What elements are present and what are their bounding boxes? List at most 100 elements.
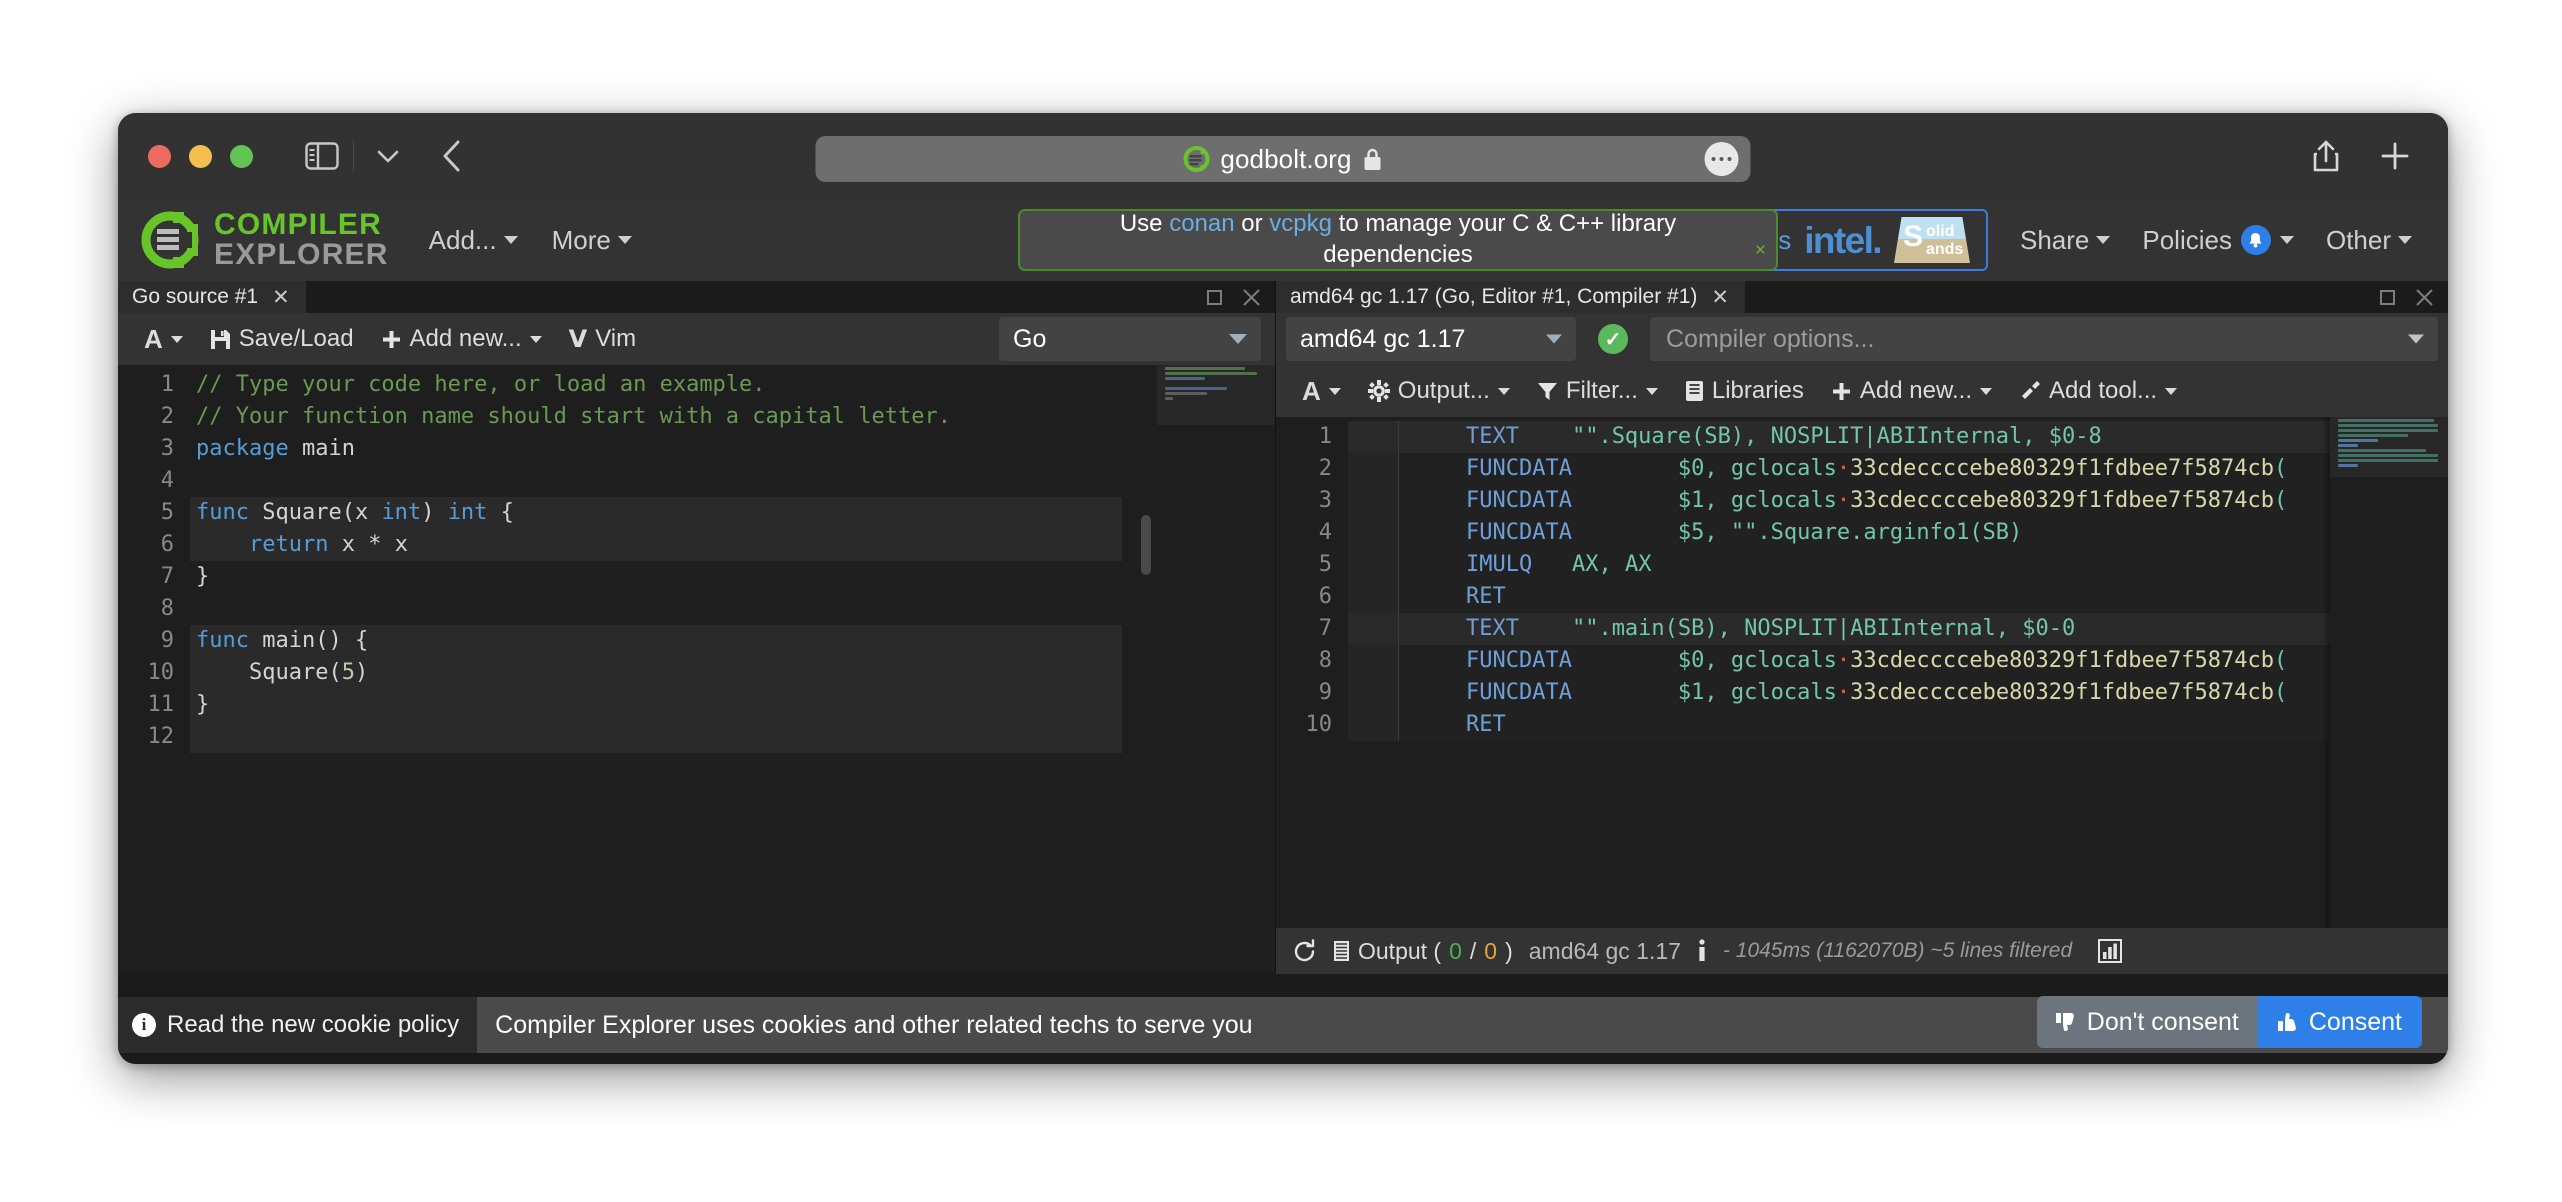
- zoom-window-button[interactable]: [230, 145, 253, 168]
- bar-chart-icon[interactable]: [2098, 939, 2122, 963]
- editor-line[interactable]: 7}: [118, 561, 1275, 593]
- minimap-slider[interactable]: [2330, 417, 2448, 477]
- assembly-line[interactable]: 2 FUNCDATA $0, gclocals·33cdeccccebe8032…: [1276, 453, 2448, 485]
- assembly-line[interactable]: 5 IMULQ AX, AX: [1276, 549, 2448, 581]
- address-bar[interactable]: godbolt.org: [816, 136, 1751, 182]
- close-icon[interactable]: ✕: [272, 285, 290, 310]
- nav-share-menu[interactable]: Share: [2006, 219, 2124, 262]
- compiler-select[interactable]: amd64 gc 1.17: [1286, 317, 1576, 361]
- editor-line[interactable]: 8: [118, 593, 1275, 625]
- share-icon[interactable]: [2312, 139, 2340, 173]
- line-content[interactable]: }: [190, 689, 1122, 721]
- assembly-line[interactable]: 3 FUNCDATA $1, gclocals·33cdeccccebe8032…: [1276, 485, 2448, 517]
- line-content[interactable]: func Square(x int) int {: [190, 497, 1122, 529]
- chevron-down-icon[interactable]: [2408, 335, 2424, 344]
- minimize-window-button[interactable]: [189, 145, 212, 168]
- assembly-content[interactable]: FUNCDATA $1, gclocals·33cdeccccebe80329f…: [1398, 485, 2338, 517]
- nav-more-menu[interactable]: More: [538, 219, 646, 262]
- line-content[interactable]: package main: [190, 433, 1122, 465]
- consent-button[interactable]: Consent: [2257, 996, 2422, 1048]
- assembly-content[interactable]: FUNCDATA $0, gclocals·33cdeccccebe80329f…: [1398, 645, 2338, 677]
- assembly-content[interactable]: RET: [1398, 581, 2338, 613]
- maximize-icon[interactable]: [2380, 290, 2395, 305]
- assembly-line[interactable]: 7 TEXT "".main(SB), NOSPLIT|ABIInternal,…: [1276, 613, 2448, 645]
- dont-consent-button[interactable]: Don't consent: [2037, 996, 2257, 1048]
- editor-add-new-button[interactable]: Add new...: [369, 320, 554, 358]
- compiler-font-size-button[interactable]: A: [1290, 371, 1353, 412]
- editor-line[interactable]: 2// Your function name should start with…: [118, 401, 1275, 433]
- line-content[interactable]: func main() {: [190, 625, 1122, 657]
- close-icon[interactable]: ×: [1755, 239, 1766, 263]
- promo-banner[interactable]: Use conan or vcpkg to manage your C & C+…: [1018, 209, 1778, 271]
- editor-vertical-scrollbar[interactable]: [1141, 515, 1151, 575]
- assembly-content[interactable]: TEXT "".main(SB), NOSPLIT|ABIInternal, $…: [1398, 613, 2338, 645]
- editor-line[interactable]: 12: [118, 721, 1275, 753]
- assembly-content[interactable]: TEXT "".Square(SB), NOSPLIT|ABIInternal,…: [1398, 421, 2338, 453]
- promo-link-vcpkg[interactable]: vcpkg: [1269, 210, 1332, 237]
- editor-line[interactable]: 6 return x * x: [118, 529, 1275, 561]
- assembly-content[interactable]: FUNCDATA $0, gclocals·33cdeccccebe80329f…: [1398, 453, 2338, 485]
- cookie-policy-link[interactable]: i Read the new cookie policy: [118, 997, 477, 1053]
- line-content[interactable]: Square(5): [190, 657, 1122, 689]
- output-status[interactable]: Output (0/0): [1333, 938, 1513, 965]
- nav-add-menu[interactable]: Add...: [415, 219, 532, 262]
- font-size-button[interactable]: A: [132, 319, 195, 360]
- maximize-icon[interactable]: [1207, 290, 1222, 305]
- editor-line[interactable]: 4: [118, 465, 1275, 497]
- line-content[interactable]: // Your function name should start with …: [190, 401, 1122, 433]
- solid-sands-logo[interactable]: S olid ands: [1894, 217, 1970, 263]
- editor-line[interactable]: 1// Type your code here, or load an exam…: [118, 369, 1275, 401]
- close-icon[interactable]: [2415, 288, 2434, 307]
- assembly-content[interactable]: FUNCDATA $1, gclocals·33cdeccccebe80329f…: [1398, 677, 2338, 709]
- line-content[interactable]: }: [190, 561, 1122, 593]
- line-content[interactable]: return x * x: [190, 529, 1122, 561]
- editor-line[interactable]: 5func Square(x int) int {: [118, 497, 1275, 529]
- save-load-button[interactable]: Save/Load: [198, 320, 366, 358]
- close-icon[interactable]: [1242, 288, 1261, 307]
- editor-line[interactable]: 9func main() {: [118, 625, 1275, 657]
- minimap-slider[interactable]: [1157, 365, 1275, 425]
- nav-policies-menu[interactable]: Policies: [2128, 219, 2308, 262]
- page-menu-button[interactable]: [1705, 142, 1739, 176]
- compiler-explorer-logo[interactable]: COMPILER EXPLORER: [140, 210, 389, 270]
- line-content[interactable]: // Type your code here, or load an examp…: [190, 369, 1122, 401]
- close-window-button[interactable]: [148, 145, 171, 168]
- intel-logo[interactable]: intel.: [1804, 222, 1881, 259]
- output-button[interactable]: Output...: [1356, 372, 1522, 410]
- editor-minimap[interactable]: [1157, 365, 1275, 974]
- assembly-minimap[interactable]: [2330, 417, 2448, 928]
- line-content[interactable]: [190, 593, 1122, 625]
- sidebar-icon[interactable]: [305, 142, 339, 170]
- line-content[interactable]: [190, 721, 1122, 753]
- language-select[interactable]: Go: [999, 317, 1261, 361]
- assembly-content[interactable]: FUNCDATA $5, "".Square.arginfo1(SB): [1398, 517, 2338, 549]
- assembly-line[interactable]: 1 TEXT "".Square(SB), NOSPLIT|ABIInterna…: [1276, 421, 2448, 453]
- back-button[interactable]: [440, 139, 464, 173]
- assembly-output[interactable]: 1 TEXT "".Square(SB), NOSPLIT|ABIInterna…: [1276, 417, 2448, 928]
- assembly-line[interactable]: 10 RET: [1276, 709, 2448, 741]
- info-icon[interactable]: [1697, 939, 1707, 963]
- assembly-line[interactable]: 6 RET: [1276, 581, 2448, 613]
- refresh-icon[interactable]: [1292, 939, 1317, 964]
- editor-line[interactable]: 10 Square(5): [118, 657, 1275, 689]
- nav-other-menu[interactable]: Other: [2312, 219, 2426, 262]
- tab-go-source-1[interactable]: Go source #1 ✕: [118, 281, 306, 313]
- promo-link-conan[interactable]: conan: [1169, 210, 1234, 237]
- assembly-content[interactable]: RET: [1398, 709, 2338, 741]
- compiler-add-new-button[interactable]: Add new...: [1819, 372, 2004, 410]
- compiler-options-input[interactable]: Compiler options...: [1650, 317, 2438, 361]
- code-editor[interactable]: 1// Type your code here, or load an exam…: [118, 365, 1275, 974]
- close-icon[interactable]: ✕: [1711, 285, 1729, 310]
- chevron-down-icon[interactable]: [376, 148, 400, 164]
- editor-line[interactable]: 3package main: [118, 433, 1275, 465]
- vim-button[interactable]: 𝗩 Vim: [557, 320, 648, 359]
- editor-line[interactable]: 11}: [118, 689, 1275, 721]
- assembly-line[interactable]: 8 FUNCDATA $0, gclocals·33cdeccccebe8032…: [1276, 645, 2448, 677]
- filter-button[interactable]: Filter...: [1525, 372, 1670, 410]
- add-tool-button[interactable]: Add tool...: [2007, 372, 2189, 410]
- tab-compiler-1[interactable]: amd64 gc 1.17 (Go, Editor #1, Compiler #…: [1276, 281, 1745, 313]
- libraries-button[interactable]: Libraries: [1673, 372, 1816, 410]
- line-content[interactable]: [190, 465, 1122, 497]
- new-tab-button[interactable]: [2380, 141, 2410, 171]
- assembly-line[interactable]: 4 FUNCDATA $5, "".Square.arginfo1(SB): [1276, 517, 2448, 549]
